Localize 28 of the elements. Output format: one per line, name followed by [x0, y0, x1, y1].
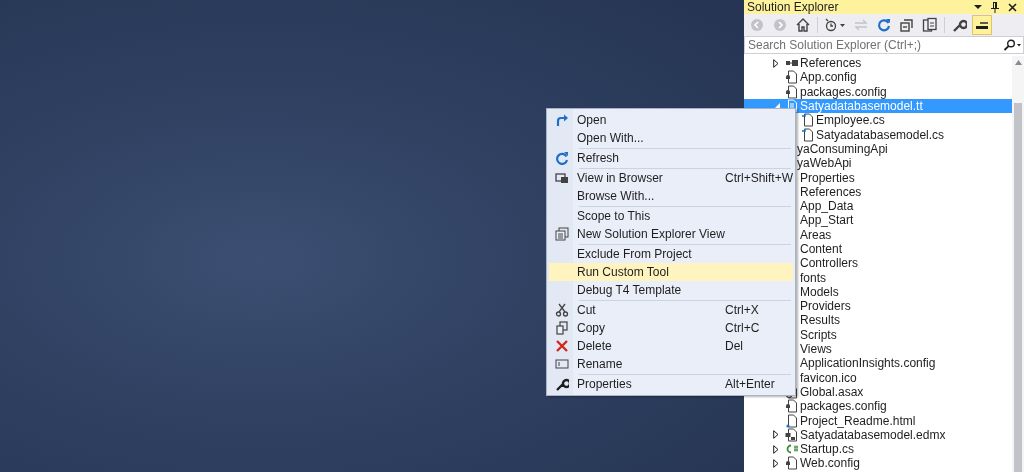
menu-item[interactable]: Rename: [549, 355, 793, 373]
tree-item[interactable]: References: [744, 56, 1012, 71]
menu-item[interactable]: Browse With...: [549, 187, 793, 205]
menu-item[interactable]: Copy Ctrl+C: [549, 319, 793, 337]
menu-item[interactable]: Properties Alt+Enter: [549, 375, 793, 393]
shortcut-text: Del: [725, 339, 744, 353]
tree-item[interactable]: packages.config: [744, 399, 1012, 414]
menu-item[interactable]: New Solution Explorer View: [549, 225, 793, 243]
shortcut-text: Ctrl+C: [725, 321, 761, 335]
shortcut-text: Alt+Enter: [725, 377, 776, 391]
search-field[interactable]: Search Solution Explorer (Ctrl+;): [744, 36, 1024, 54]
tree-item[interactable]: Satyadatabasemodel.edmx: [744, 427, 1012, 442]
menu-item[interactable]: Refresh: [549, 149, 793, 167]
menu-item[interactable]: View in Browser Ctrl+Shift+W: [549, 169, 793, 187]
tree-item[interactable]: Web.config: [744, 456, 1012, 471]
panel-title: Solution Explorer: [747, 0, 840, 14]
tree-item[interactable]: Project_Readme.html: [744, 413, 1012, 428]
menu-item[interactable]: Delete Del: [549, 337, 793, 355]
menu-item[interactable]: Cut Ctrl+X: [549, 301, 793, 319]
menu-item[interactable]: Run Custom Tool: [549, 263, 793, 281]
shortcut-text: Ctrl+Shift+W: [725, 171, 793, 185]
shortcut-text: Ctrl+X: [725, 303, 760, 317]
tree-item[interactable]: App.config: [744, 70, 1012, 85]
menu-item[interactable]: Scope to This: [549, 207, 793, 225]
tree-item[interactable]: Startup.cs: [744, 442, 1012, 457]
tree-item[interactable]: packages.config: [744, 84, 1012, 99]
menu-item[interactable]: Debug T4 Template: [549, 281, 793, 299]
menu-item[interactable]: Exclude From Project: [549, 245, 793, 263]
